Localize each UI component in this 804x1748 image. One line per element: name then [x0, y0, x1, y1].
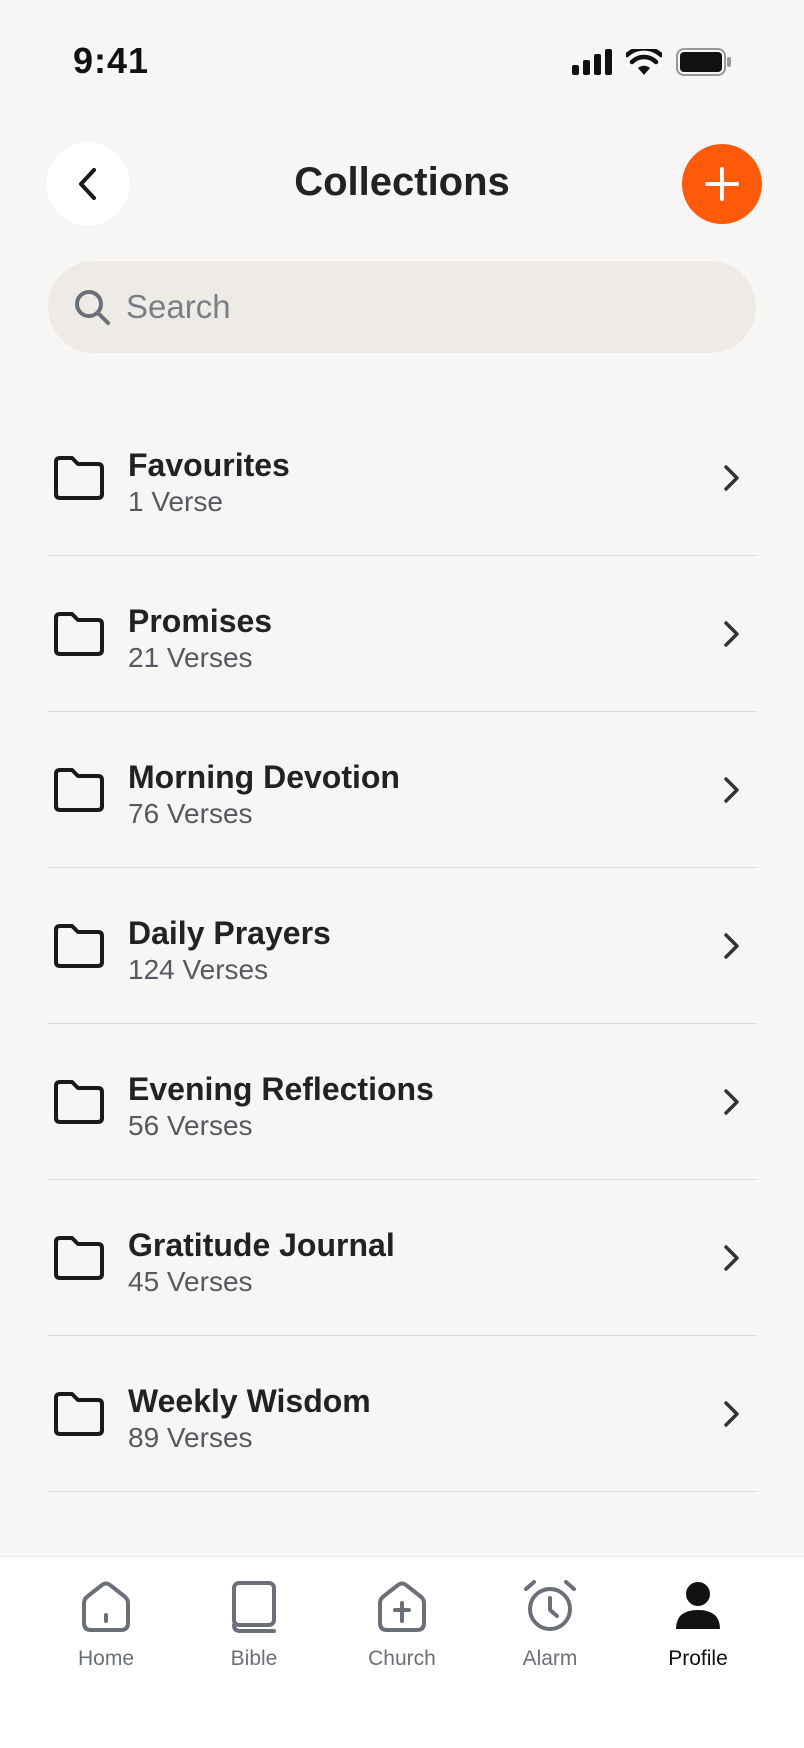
collection-name: Morning Devotion [128, 759, 400, 795]
list-item[interactable]: Evening Reflections 56 Verses [48, 1024, 756, 1180]
church-icon [378, 1581, 426, 1632]
chevron-right-icon [724, 1245, 739, 1271]
collection-count: 56 Verses [128, 1110, 253, 1141]
folder-icon [54, 768, 104, 812]
folder-icon [54, 456, 104, 500]
tab-profile[interactable]: Profile [638, 1577, 758, 1671]
chevron-right-icon [724, 777, 739, 803]
plus-icon [705, 167, 739, 201]
tab-label: Profile [668, 1647, 728, 1670]
add-collection-button[interactable] [682, 144, 762, 224]
home-icon [82, 1581, 130, 1632]
status-bar: 9:41 [0, 0, 804, 130]
collection-name: Weekly Wisdom [128, 1383, 371, 1419]
folder-icon [54, 1080, 104, 1124]
list-item[interactable]: Morning Devotion 76 Verses [48, 712, 756, 868]
chevron-right-icon [724, 465, 739, 491]
tab-home[interactable]: Home [46, 1577, 166, 1671]
header: Collections [0, 140, 804, 230]
tab-label: Home [77, 1647, 135, 1670]
folder-icon [54, 924, 104, 968]
folder-icon [54, 1392, 104, 1436]
collection-count: 124 Verses [128, 954, 269, 985]
tab-church[interactable]: Church [342, 1577, 462, 1671]
battery-icon [676, 48, 731, 76]
list-item[interactable]: Daily Prayers 124 Verses [48, 868, 756, 1024]
collection-name: Evening Reflections [128, 1071, 434, 1107]
folder-icon [54, 1236, 104, 1280]
list-item[interactable]: Weekly Wisdom 89 Verses [48, 1336, 756, 1492]
book-icon [232, 1581, 276, 1633]
collection-name: Gratitude Journal [128, 1227, 395, 1263]
list-item[interactable]: Favourites 1 Verse [48, 400, 756, 556]
search-icon [72, 287, 112, 327]
list-item[interactable]: Gratitude Journal 45 Verses [48, 1180, 756, 1336]
tab-label: Alarm [522, 1647, 578, 1670]
collections-list: Favourites 1 Verse Promises 21 Verses Mo… [48, 400, 756, 1492]
profile-icon [676, 1582, 720, 1629]
collection-count: 21 Verses [128, 642, 253, 673]
chevron-right-icon [724, 933, 739, 959]
chevron-right-icon [724, 621, 739, 647]
collection-count: 45 Verses [128, 1266, 253, 1297]
alarm-icon [524, 1580, 576, 1631]
collection-count: 76 Verses [128, 798, 253, 829]
collection-name: Favourites [128, 447, 290, 483]
signal-icon [572, 49, 612, 75]
tab-alarm[interactable]: Alarm [490, 1577, 610, 1671]
collection-name: Promises [128, 603, 273, 639]
status-time: 9:41 [73, 40, 150, 81]
tab-label: Church [368, 1647, 436, 1670]
chevron-right-icon [724, 1401, 739, 1427]
collection-count: 89 Verses [128, 1422, 253, 1453]
chevron-right-icon [724, 1089, 739, 1115]
status-icons [572, 48, 732, 76]
list-item[interactable]: Promises 21 Verses [48, 556, 756, 712]
collection-name: Daily Prayers [128, 915, 331, 951]
collection-count: 1 Verse [128, 486, 223, 517]
wifi-icon [626, 49, 662, 75]
tab-bible[interactable]: Bible [194, 1577, 314, 1671]
search-input[interactable] [126, 288, 726, 326]
search-bar[interactable] [48, 261, 756, 353]
folder-icon [54, 612, 104, 656]
tab-label: Bible [230, 1647, 278, 1670]
tab-bar: Home Bible Church Alarm Profile [0, 1556, 804, 1748]
